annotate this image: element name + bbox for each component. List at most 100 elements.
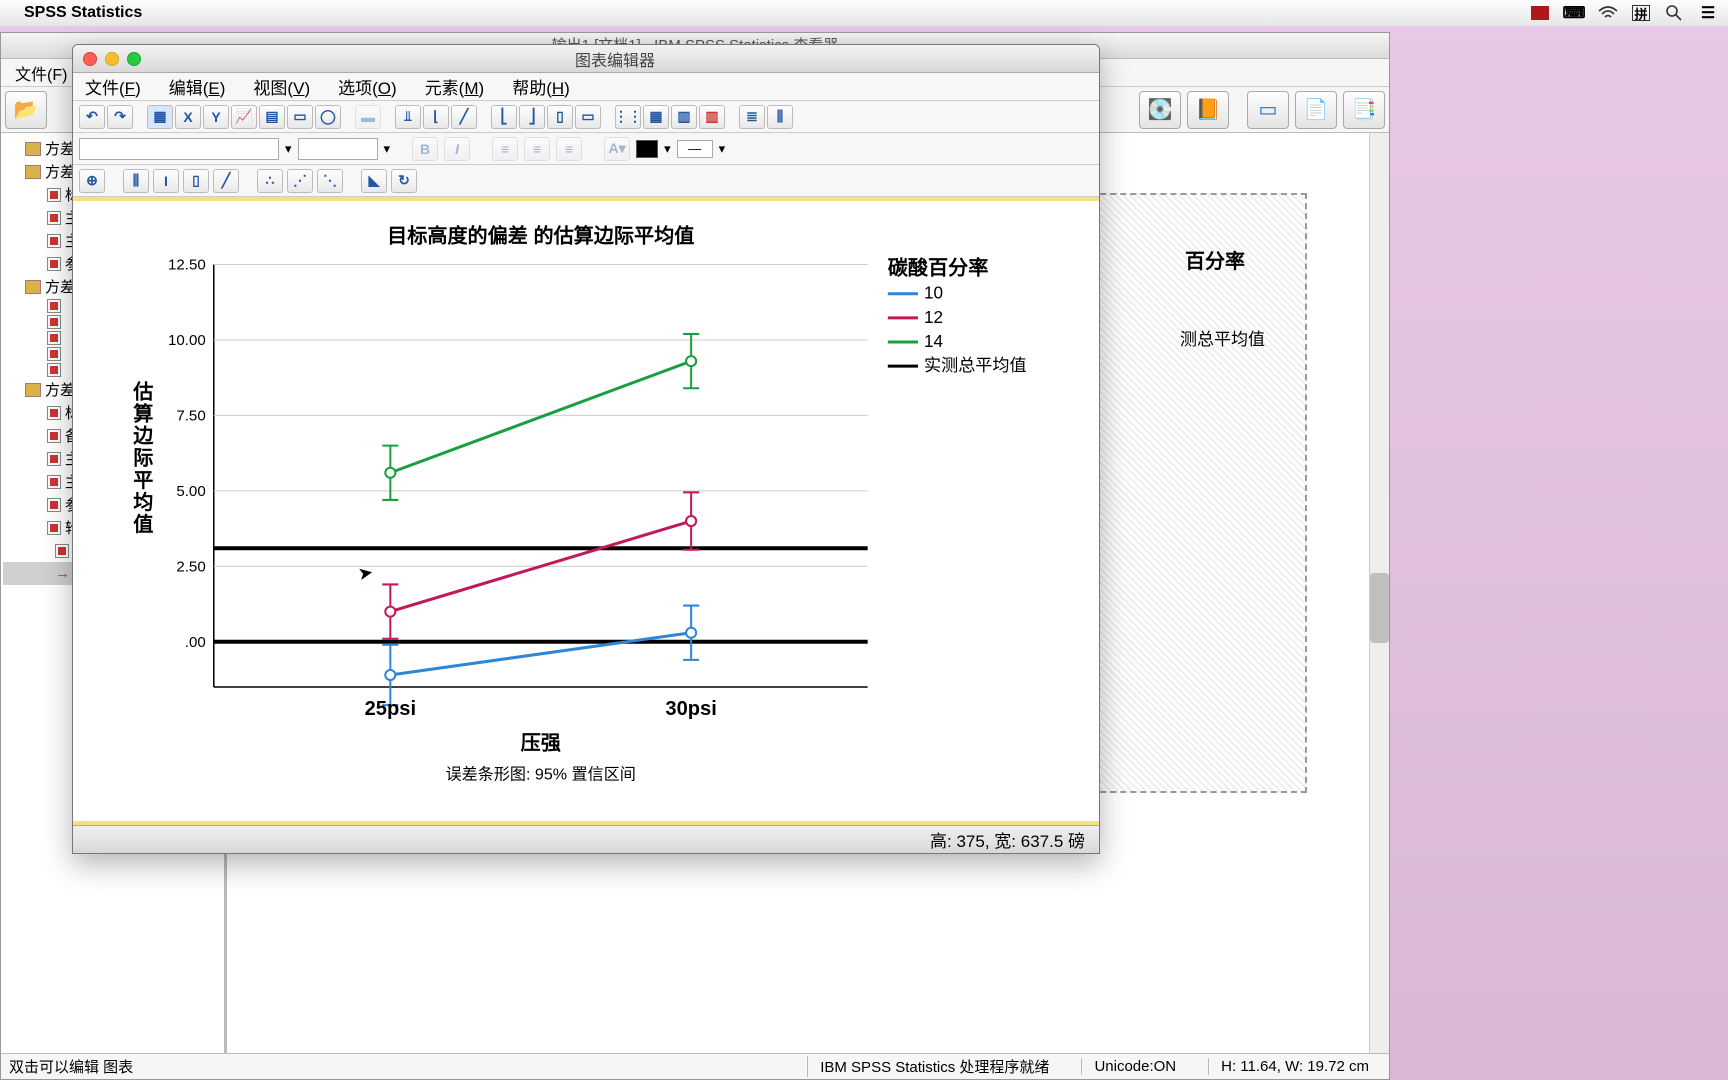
scrollbar-thumb[interactable] xyxy=(1370,573,1389,643)
y-tick: 5.00 xyxy=(176,483,205,500)
app-name[interactable]: SPSS Statistics xyxy=(24,4,142,22)
ce-menu-5[interactable]: 帮助(H) xyxy=(512,74,570,99)
size-combo-chevron-icon[interactable]: ▾ xyxy=(384,141,391,157)
data-point[interactable] xyxy=(686,516,696,526)
bars-icon[interactable]: ▥ xyxy=(671,105,697,129)
tool-doc2-icon[interactable]: 📑 xyxy=(1343,91,1385,129)
line-icon[interactable]: ╱ xyxy=(451,105,477,129)
font-size-combo[interactable] xyxy=(298,138,378,160)
ce-menu-0[interactable]: 文件(F) xyxy=(85,74,141,99)
sort-icon[interactable]: ≣ xyxy=(739,105,765,129)
font-family-combo[interactable] xyxy=(79,138,279,160)
status-icon-1[interactable] xyxy=(1530,5,1550,21)
maximize-icon[interactable] xyxy=(127,52,141,66)
target-icon[interactable]: ⊕ xyxy=(79,169,105,193)
x-tick: 30psi xyxy=(665,698,716,720)
x-letter-icon[interactable]: X xyxy=(175,105,201,129)
ce-menu-4[interactable]: 元素(M) xyxy=(425,74,485,99)
spotlight-icon[interactable] xyxy=(1664,5,1684,21)
errbar-type-icon[interactable]: I xyxy=(153,169,179,193)
data-point[interactable] xyxy=(686,356,696,366)
select-icon[interactable]: ▭ xyxy=(287,105,313,129)
redo-icon[interactable]: ↷ xyxy=(107,105,133,129)
axis-l-icon[interactable]: ⌊ xyxy=(423,105,449,129)
chart-title[interactable]: 目标高度的偏差 的估算边际平均值 xyxy=(387,223,694,247)
scatter2-icon[interactable]: ⋰ xyxy=(287,169,313,193)
scatter3-icon[interactable]: ⋱ xyxy=(317,169,343,193)
legend-title[interactable]: 碳酸百分率 xyxy=(888,256,989,280)
y-axis-label[interactable]: 估算边际平均值 xyxy=(132,379,154,536)
font-combo-chevron-icon[interactable]: ▾ xyxy=(285,141,292,157)
input-method-icon[interactable]: 拼 xyxy=(1632,5,1650,21)
viewer-statusbar: 双击可以编辑 图表 IBM SPSS Statistics 处理程序就绪 Uni… xyxy=(1,1053,1389,1079)
viewer-menu-file[interactable]: 文件(F) xyxy=(15,61,67,85)
page-icon xyxy=(47,257,61,271)
menu-list-icon[interactable]: ☰ xyxy=(1698,5,1718,21)
close-icon[interactable] xyxy=(83,52,97,66)
ce-menu-3[interactable]: 选项(O) xyxy=(338,74,397,99)
legend-label[interactable]: 实测总平均值 xyxy=(924,356,1027,375)
scatter1-icon[interactable]: ∴ xyxy=(257,169,283,193)
tool-book-icon[interactable]: 📙 xyxy=(1187,91,1229,129)
area-icon[interactable]: ◣ xyxy=(361,169,387,193)
page-icon xyxy=(47,315,61,329)
x-axis-label[interactable]: 压强 xyxy=(521,732,561,754)
tool-window-icon[interactable]: ▭ xyxy=(1247,91,1289,129)
fill-color-swatch[interactable] xyxy=(636,140,658,158)
box-c-icon[interactable]: ▯ xyxy=(547,105,573,129)
minimize-icon[interactable] xyxy=(105,52,119,66)
colorbars-icon[interactable]: ▥ xyxy=(699,105,725,129)
trend-icon[interactable]: 📈 xyxy=(231,105,257,129)
data-point[interactable] xyxy=(385,607,395,617)
line-type-icon[interactable]: ╱ xyxy=(213,169,239,193)
hist-icon[interactable]: ⫼ xyxy=(767,105,793,129)
y-letter-icon[interactable]: Y xyxy=(203,105,229,129)
legend-label[interactable]: 14 xyxy=(924,332,943,351)
bar-type-icon[interactable]: ⫼ xyxy=(123,169,149,193)
x-tool-icon[interactable]: ▦ xyxy=(147,105,173,129)
canvas-top-highlight xyxy=(73,197,1099,201)
grid1-icon[interactable]: ⋮⋮ xyxy=(615,105,641,129)
y-tick: 10.00 xyxy=(168,332,206,349)
legend-label[interactable]: 12 xyxy=(924,308,943,327)
chart-editor-titlebar[interactable]: 图表编辑器 xyxy=(73,45,1099,73)
align-right-icon[interactable]: ≡ xyxy=(556,137,582,161)
undo-icon[interactable]: ↶ xyxy=(79,105,105,129)
data-point[interactable] xyxy=(385,670,395,680)
grid2-icon[interactable]: ▦ xyxy=(643,105,669,129)
grid-icon[interactable]: ▤ xyxy=(259,105,285,129)
ce-menu-1[interactable]: 编辑(E) xyxy=(169,74,226,99)
bar-v-icon[interactable]: ⫫ xyxy=(395,105,421,129)
ce-menu-2[interactable]: 视图(V) xyxy=(253,74,310,99)
line-style-swatch[interactable]: — xyxy=(677,140,713,158)
wifi-icon[interactable] xyxy=(1598,5,1618,21)
series-line[interactable] xyxy=(390,633,691,675)
font-color-icon[interactable]: A▾ xyxy=(604,137,630,161)
chart-editor-toolbar-1: ↶ ↷ ▦ X Y 📈 ▤ ▭ ◯ ▬ ⫫ ⌊ ╱ ⎣ ⎦ ▯ ▭ ⋮⋮ ▦ ▥… xyxy=(73,101,1099,133)
data-point[interactable] xyxy=(686,628,696,638)
legend-label[interactable]: 10 xyxy=(924,284,943,303)
fill-chevron-icon[interactable]: ▾ xyxy=(664,141,671,157)
profile-plot[interactable]: 目标高度的偏差 的估算边际平均值.002.505.007.5010.0012.5… xyxy=(83,203,1089,819)
refresh-icon[interactable]: ↻ xyxy=(391,169,417,193)
keyboard-icon[interactable]: ⌨ xyxy=(1564,5,1584,21)
series-line[interactable] xyxy=(390,361,691,473)
line-chevron-icon[interactable]: ▾ xyxy=(719,141,726,157)
page-icon xyxy=(47,211,61,225)
italic-icon[interactable]: I xyxy=(444,137,470,161)
box-r-icon[interactable]: ⎦ xyxy=(519,105,545,129)
content-scrollbar[interactable] xyxy=(1369,133,1389,1053)
tool-disk-icon[interactable]: 💽 xyxy=(1139,91,1181,129)
chart-canvas[interactable]: 目标高度的偏差 的估算边际平均值.002.505.007.5010.0012.5… xyxy=(73,197,1099,825)
align-left-icon[interactable]: ≡ xyxy=(492,137,518,161)
data-point[interactable] xyxy=(385,468,395,478)
status-unicode: Unicode:ON xyxy=(1081,1058,1188,1075)
box-type-icon[interactable]: ▯ xyxy=(183,169,209,193)
lasso-icon[interactable]: ◯ xyxy=(315,105,341,129)
box-wide-icon[interactable]: ▭ xyxy=(575,105,601,129)
box-l-icon[interactable]: ⎣ xyxy=(491,105,517,129)
open-button[interactable]: 📂 xyxy=(5,91,47,129)
tool-doc1-icon[interactable]: 📄 xyxy=(1295,91,1337,129)
align-center-icon[interactable]: ≡ xyxy=(524,137,550,161)
bold-icon[interactable]: B xyxy=(412,137,438,161)
